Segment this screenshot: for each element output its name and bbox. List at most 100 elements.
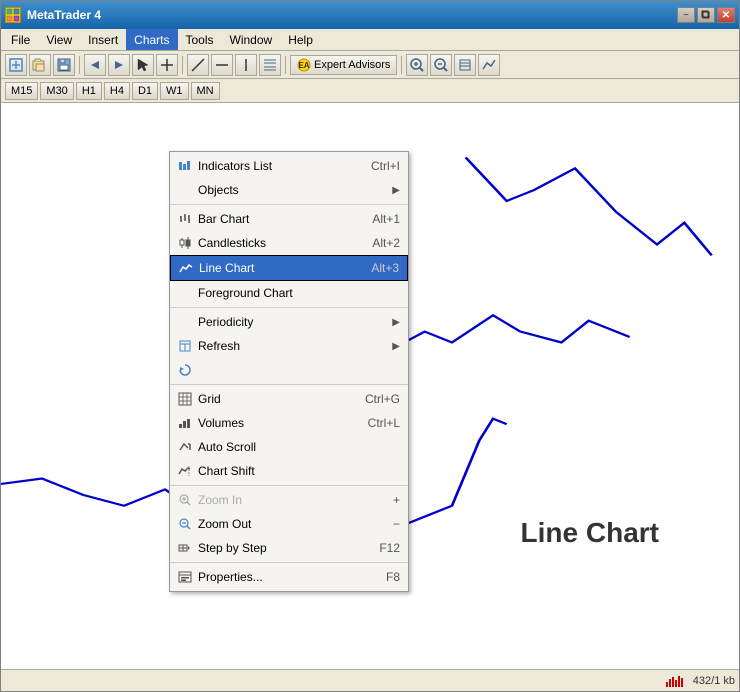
- zoom-out-label: Zoom Out: [198, 517, 373, 531]
- bar-chart-shortcut: Alt+1: [372, 212, 400, 226]
- menu-properties[interactable]: Properties... F8: [170, 565, 408, 589]
- crosshair-btn[interactable]: [156, 54, 178, 76]
- line-btn[interactable]: [187, 54, 209, 76]
- periodicity-arrow: ▶: [392, 317, 400, 328]
- chart-prop-btn[interactable]: [454, 54, 476, 76]
- menu-view[interactable]: View: [38, 29, 80, 50]
- zoom-in-shortcut: +: [393, 493, 400, 507]
- tf-d1[interactable]: D1: [132, 82, 158, 100]
- template-arrow: ▶: [392, 341, 400, 352]
- title-controls: − ✕: [677, 7, 735, 23]
- main-window: MetaTrader 4 − ✕ File View Insert Charts…: [0, 0, 740, 692]
- svg-text:EA: EA: [298, 61, 309, 70]
- status-info: 432/1 kb: [693, 675, 735, 687]
- step-by-step-shortcut: F12: [379, 541, 400, 555]
- menu-bar: File View Insert Charts Tools Window Hel…: [1, 29, 739, 51]
- menu-charts[interactable]: Charts: [126, 29, 177, 50]
- hline-btn[interactable]: [211, 54, 233, 76]
- menu-refresh[interactable]: [170, 358, 408, 382]
- properties-shortcut: F8: [386, 570, 400, 584]
- save-btn[interactable]: [53, 54, 75, 76]
- menu-chart-shift[interactable]: Chart Shift: [170, 459, 408, 483]
- sep1: [170, 204, 408, 205]
- candlesticks-shortcut: Alt+2: [372, 236, 400, 250]
- objects-icon: [176, 181, 194, 199]
- open-btn[interactable]: [29, 54, 51, 76]
- charts-dropdown-menu: Indicators List Ctrl+I Objects ▶: [169, 151, 409, 592]
- volumes-shortcut: Ctrl+L: [368, 416, 400, 430]
- sep4: [401, 56, 402, 74]
- expert-label: Expert Advisors: [314, 59, 390, 71]
- menu-line-chart[interactable]: Line Chart Alt+3: [170, 255, 408, 281]
- fwd-btn[interactable]: [108, 54, 130, 76]
- menu-step-by-step[interactable]: Step by Step F12: [170, 536, 408, 560]
- menu-window[interactable]: Window: [222, 29, 281, 50]
- status-chart-icon: [665, 674, 685, 688]
- close-button[interactable]: ✕: [717, 7, 735, 23]
- zoom-in-toolbar-btn[interactable]: [406, 54, 428, 76]
- menu-zoom-in: Zoom In +: [170, 488, 408, 512]
- grid-label: Grid: [198, 392, 345, 406]
- tf-h4[interactable]: H4: [104, 82, 130, 100]
- template-label: Refresh: [198, 339, 392, 353]
- foreground-chart-icon: [176, 284, 194, 302]
- restore-button[interactable]: [697, 7, 715, 23]
- menu-volumes[interactable]: Volumes Ctrl+L: [170, 411, 408, 435]
- menu-file[interactable]: File: [3, 29, 38, 50]
- minimize-button[interactable]: −: [677, 7, 695, 23]
- fib-btn[interactable]: [259, 54, 281, 76]
- tf-m30[interactable]: M30: [40, 82, 73, 100]
- candlesticks-label: Candlesticks: [198, 236, 352, 250]
- expert-advisors-btn[interactable]: EA Expert Advisors: [290, 55, 397, 75]
- status-right: 432/1 kb: [665, 674, 735, 688]
- indicators-shortcut: Ctrl+I: [371, 159, 400, 173]
- sep5: [170, 562, 408, 563]
- menu-periodicity[interactable]: Periodicity ▶: [170, 310, 408, 334]
- zoom-in-icon: [176, 491, 194, 509]
- periodicity-icon: [176, 313, 194, 331]
- zoom-out-icon: [176, 515, 194, 533]
- objects-arrow: ▶: [392, 185, 400, 196]
- menu-zoom-out[interactable]: Zoom Out −: [170, 512, 408, 536]
- menu-template[interactable]: Refresh ▶: [170, 334, 408, 358]
- menu-objects[interactable]: Objects ▶: [170, 178, 408, 202]
- menu-grid[interactable]: Grid Ctrl+G: [170, 387, 408, 411]
- menu-indicators-list[interactable]: Indicators List Ctrl+I: [170, 154, 408, 178]
- restore-icon: [701, 10, 711, 20]
- grid-shortcut: Ctrl+G: [365, 392, 400, 406]
- auto-scroll-label: Auto Scroll: [198, 440, 400, 454]
- tf-h1[interactable]: H1: [76, 82, 102, 100]
- menu-foreground-chart[interactable]: Foreground Chart: [170, 281, 408, 305]
- sep1: [79, 56, 80, 74]
- menu-tools[interactable]: Tools: [178, 29, 222, 50]
- new-chart-btn[interactable]: [5, 54, 27, 76]
- sep2: [182, 56, 183, 74]
- bar-chart-icon: [176, 210, 194, 228]
- sep3: [285, 56, 286, 74]
- indicators-icon: [176, 157, 194, 175]
- cursor-btn[interactable]: [132, 54, 154, 76]
- toolbar-timeframes: M15 M30 H1 H4 D1 W1 MN: [1, 79, 739, 103]
- menu-help[interactable]: Help: [280, 29, 321, 50]
- line-chart-icon: [177, 259, 195, 277]
- menu-bar-chart[interactable]: Bar Chart Alt+1: [170, 207, 408, 231]
- tf-mn[interactable]: MN: [191, 82, 220, 100]
- indicator-btn[interactable]: [478, 54, 500, 76]
- title-bar-left: MetaTrader 4: [5, 7, 101, 23]
- vline-btn[interactable]: [235, 54, 257, 76]
- foreground-chart-label: Foreground Chart: [198, 286, 380, 300]
- menu-auto-scroll[interactable]: Auto Scroll: [170, 435, 408, 459]
- template-icon: [176, 337, 194, 355]
- menu-insert[interactable]: Insert: [80, 29, 126, 50]
- volumes-icon: [176, 414, 194, 432]
- properties-icon: [176, 568, 194, 586]
- bar-chart-label: Bar Chart: [198, 212, 352, 226]
- main-content: Line Chart Indicators List Ctrl+I Object…: [1, 103, 739, 669]
- menu-candlesticks[interactable]: Candlesticks Alt+2: [170, 231, 408, 255]
- tf-m15[interactable]: M15: [5, 82, 38, 100]
- tf-w1[interactable]: W1: [160, 82, 189, 100]
- back-btn[interactable]: [84, 54, 106, 76]
- zoom-out-toolbar-btn[interactable]: [430, 54, 452, 76]
- toolbar-main: EA Expert Advisors: [1, 51, 739, 79]
- sep3: [170, 384, 408, 385]
